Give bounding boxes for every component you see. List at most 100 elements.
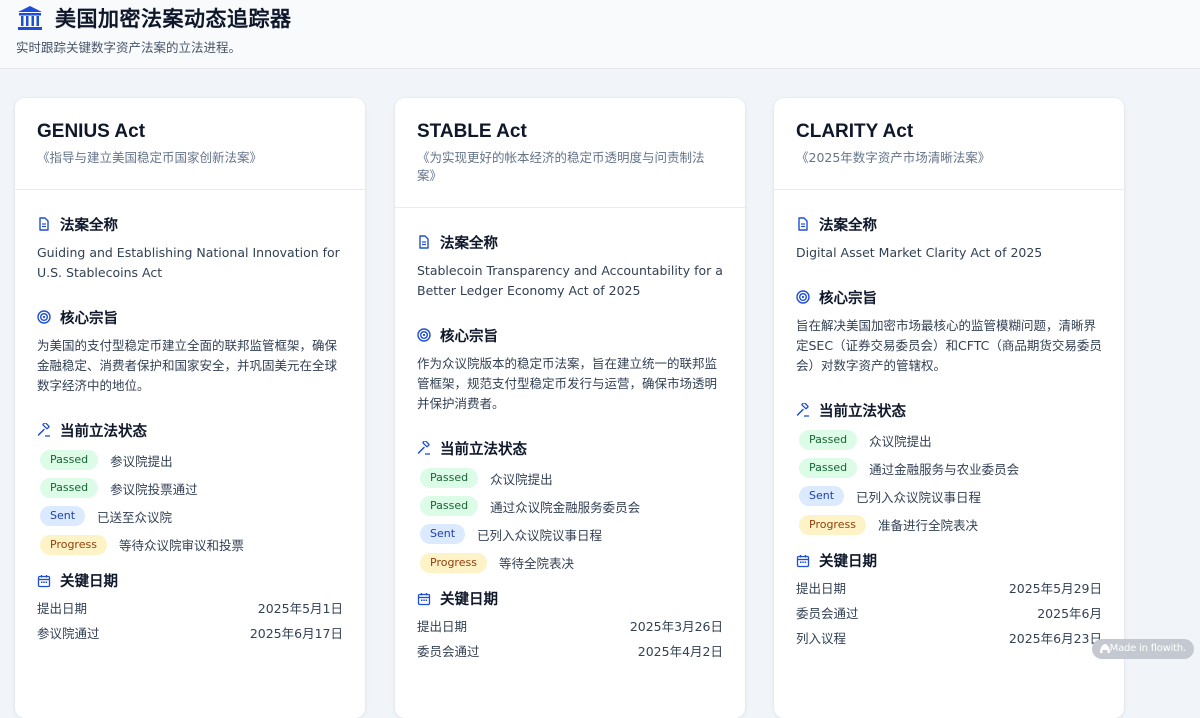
calendar-icon <box>796 554 810 567</box>
full-name-text: Guiding and Establishing National Innova… <box>37 245 340 280</box>
status-row: Sent 已列入众议院议事日程 <box>417 524 723 545</box>
target-icon <box>417 328 431 342</box>
date-row: 委员会通过 2025年4月2日 <box>417 642 723 662</box>
date-value: 2025年6月17日 <box>249 625 343 641</box>
gavel-icon <box>37 423 50 437</box>
status-row: Progress 准备进行全院表决 <box>796 514 1102 535</box>
status-text: 准备进行全院表决 <box>877 518 978 534</box>
status-row: Passed 通过金融服务与农业委员会 <box>796 458 1102 479</box>
date-row: 参议院通过 2025年6月17日 <box>37 624 343 644</box>
bill-chinese-name: 《为实现更好的帐本经济的稳定币透明度与问责制法案》 <box>417 150 705 183</box>
section-title-full_name: 法案全称 <box>37 214 343 234</box>
status-text: 参议院提出 <box>110 453 173 469</box>
status-badge: Passed <box>799 430 858 450</box>
date-row: 委员会通过 2025年6月 <box>796 604 1102 624</box>
document-icon <box>419 235 429 249</box>
target-icon <box>37 310 51 324</box>
section-label: 法案全称 <box>440 235 498 252</box>
date-value: 2025年3月26日 <box>629 618 723 634</box>
date-label: 委员会通过 <box>417 643 480 659</box>
status-text: 通过众议院金融服务委员会 <box>490 499 641 515</box>
calendar-icon <box>417 592 431 605</box>
date-list: 提出日期 2025年5月29日委员会通过 2025年6月列入议程 2025年6月23日 <box>796 579 1102 649</box>
card-body: 法案全称 Guiding and Establishing National In… <box>15 214 365 644</box>
purpose-text: 旨在解决美国加密市场最核心的监管模糊问题，清晰界定SEC（证券交易委员会）和CF… <box>796 318 1102 373</box>
bank-building-icon <box>18 6 42 30</box>
page-title: 美国加密法案动态追踪器 <box>55 7 292 31</box>
bill-card: STABLE Act 《为实现更好的帐本经济的稳定币透明度与问责制法案》法案全称 S… <box>395 98 745 718</box>
section-title-dates: 关键日期 <box>417 589 723 609</box>
bill-name: GENIUS Act <box>37 121 146 142</box>
date-row: 提出日期 2025年5月29日 <box>796 579 1102 599</box>
purpose-text: 作为众议院版本的稳定币法案，旨在建立统一的联邦监管框架，规范支付型稳定币发行与运… <box>417 356 718 411</box>
bill-chinese-name: 《指导与建立美国稳定币国家创新法案》 <box>37 150 263 165</box>
section-title-purpose: 核心宗旨 <box>417 325 723 345</box>
purpose-text: 为美国的支付型稳定币建立全面的联邦监管框架，确保金融稳定、消费者保护和国家安全，… <box>37 338 338 393</box>
card-header: STABLE Act 《为实现更好的帐本经济的稳定币透明度与问责制法案》 <box>395 98 745 208</box>
date-value: 2025年5月1日 <box>257 600 343 616</box>
section-label: 当前立法状态 <box>819 403 906 420</box>
bill-name: CLARITY Act <box>796 121 914 142</box>
section-title-purpose: 核心宗旨 <box>37 307 343 327</box>
status-row: Passed 众议院提出 <box>796 430 1102 450</box>
bill-name: STABLE Act <box>417 121 527 142</box>
status-badge: Sent <box>420 524 466 545</box>
section-label: 关键日期 <box>440 592 498 609</box>
section-label: 法案全称 <box>819 217 877 234</box>
date-row: 列入议程 2025年6月23日 <box>796 629 1102 649</box>
page-subtitle: 实时跟踪关键数字资产法案的立法进程。 <box>16 40 242 55</box>
status-badge: Progress <box>40 534 107 555</box>
bill-card: CLARITY Act 《2025年数字资产市场清晰法案》法案全称 Digital … <box>774 98 1124 718</box>
section-label: 核心宗旨 <box>440 328 498 345</box>
status-row: Sent 已送至众议院 <box>37 506 343 527</box>
status-text: 通过金融服务与农业委员会 <box>869 461 1020 477</box>
date-label: 提出日期 <box>796 580 847 596</box>
status-badge: Progress <box>420 552 487 573</box>
status-row: Passed 众议院提出 <box>417 468 723 488</box>
section-title-status: 当前立法状态 <box>37 420 343 440</box>
date-value: 2025年4月2日 <box>637 643 723 659</box>
section-label: 关键日期 <box>60 574 118 591</box>
flowith-logo-icon <box>1100 644 1110 653</box>
bill-chinese-name: 《2025年数字资产市场清晰法案》 <box>796 150 991 165</box>
date-label: 委员会通过 <box>796 605 859 621</box>
target-icon <box>796 290 810 304</box>
calendar-icon <box>37 574 51 587</box>
date-row: 提出日期 2025年5月1日 <box>37 599 343 619</box>
status-text: 众议院提出 <box>869 433 932 449</box>
status-row: Sent 已列入众议院议事日程 <box>796 486 1102 507</box>
status-badge: Passed <box>40 478 99 499</box>
card-header: GENIUS Act 《指导与建立美国稳定币国家创新法案》 <box>15 98 365 190</box>
card-body: 法案全称 Digital Asset Market Clarity Act of … <box>774 214 1124 649</box>
section-title-purpose: 核心宗旨 <box>796 287 1102 307</box>
gavel-icon <box>417 441 430 455</box>
section-title-full_name: 法案全称 <box>417 232 723 252</box>
section-title-dates: 关键日期 <box>796 551 1102 571</box>
document-icon <box>39 217 49 231</box>
section-label: 核心宗旨 <box>819 290 877 307</box>
date-value: 2025年6月 <box>1037 605 1102 621</box>
status-list: Passed 众议院提出 Passed 通过众议院金融服务委员会 Sent 已列入众议院议… <box>417 468 723 573</box>
document-icon <box>798 217 808 231</box>
full-name-text: Digital Asset Market Clarity Act of 2025 <box>796 245 1043 260</box>
section-label: 核心宗旨 <box>60 310 118 327</box>
status-list: Passed 参议院提出 Passed 参议院投票通过 Sent 已送至众议院 Progre… <box>37 450 343 555</box>
status-badge: Passed <box>420 468 479 488</box>
section-title-status: 当前立法状态 <box>796 400 1102 420</box>
status-badge: Passed <box>799 458 858 479</box>
section-title-status: 当前立法状态 <box>417 438 723 458</box>
full-name-text: Stablecoin Transparency and Accountabili… <box>417 263 723 298</box>
status-row: Progress 等待众议院审议和投票 <box>37 534 343 555</box>
app-header: 美国加密法案动态追踪器 实时跟踪关键数字资产法案的立法进程。 <box>0 0 1200 69</box>
status-row: Progress 等待全院表决 <box>417 552 723 573</box>
status-text: 等待众议院审议和投票 <box>118 538 244 554</box>
section-title-dates: 关键日期 <box>37 571 343 591</box>
made-in-flowith-badge[interactable]: Made in flowith. <box>1092 639 1194 659</box>
date-list: 提出日期 2025年5月1日 参议院通过 2025年6月17日 <box>37 599 343 644</box>
status-list: Passed 众议院提出 Passed 通过金融服务与农业委员会 Sent 已列入众议院议… <box>796 430 1102 535</box>
status-badge: Sent <box>799 486 845 507</box>
bill-card: GENIUS Act 《指导与建立美国稳定币国家创新法案》法案全称 Guiding … <box>15 98 365 718</box>
status-row: Passed 通过众议院金融服务委员会 <box>417 496 723 517</box>
date-value: 2025年5月29日 <box>1008 580 1102 596</box>
section-label: 当前立法状态 <box>440 441 527 458</box>
